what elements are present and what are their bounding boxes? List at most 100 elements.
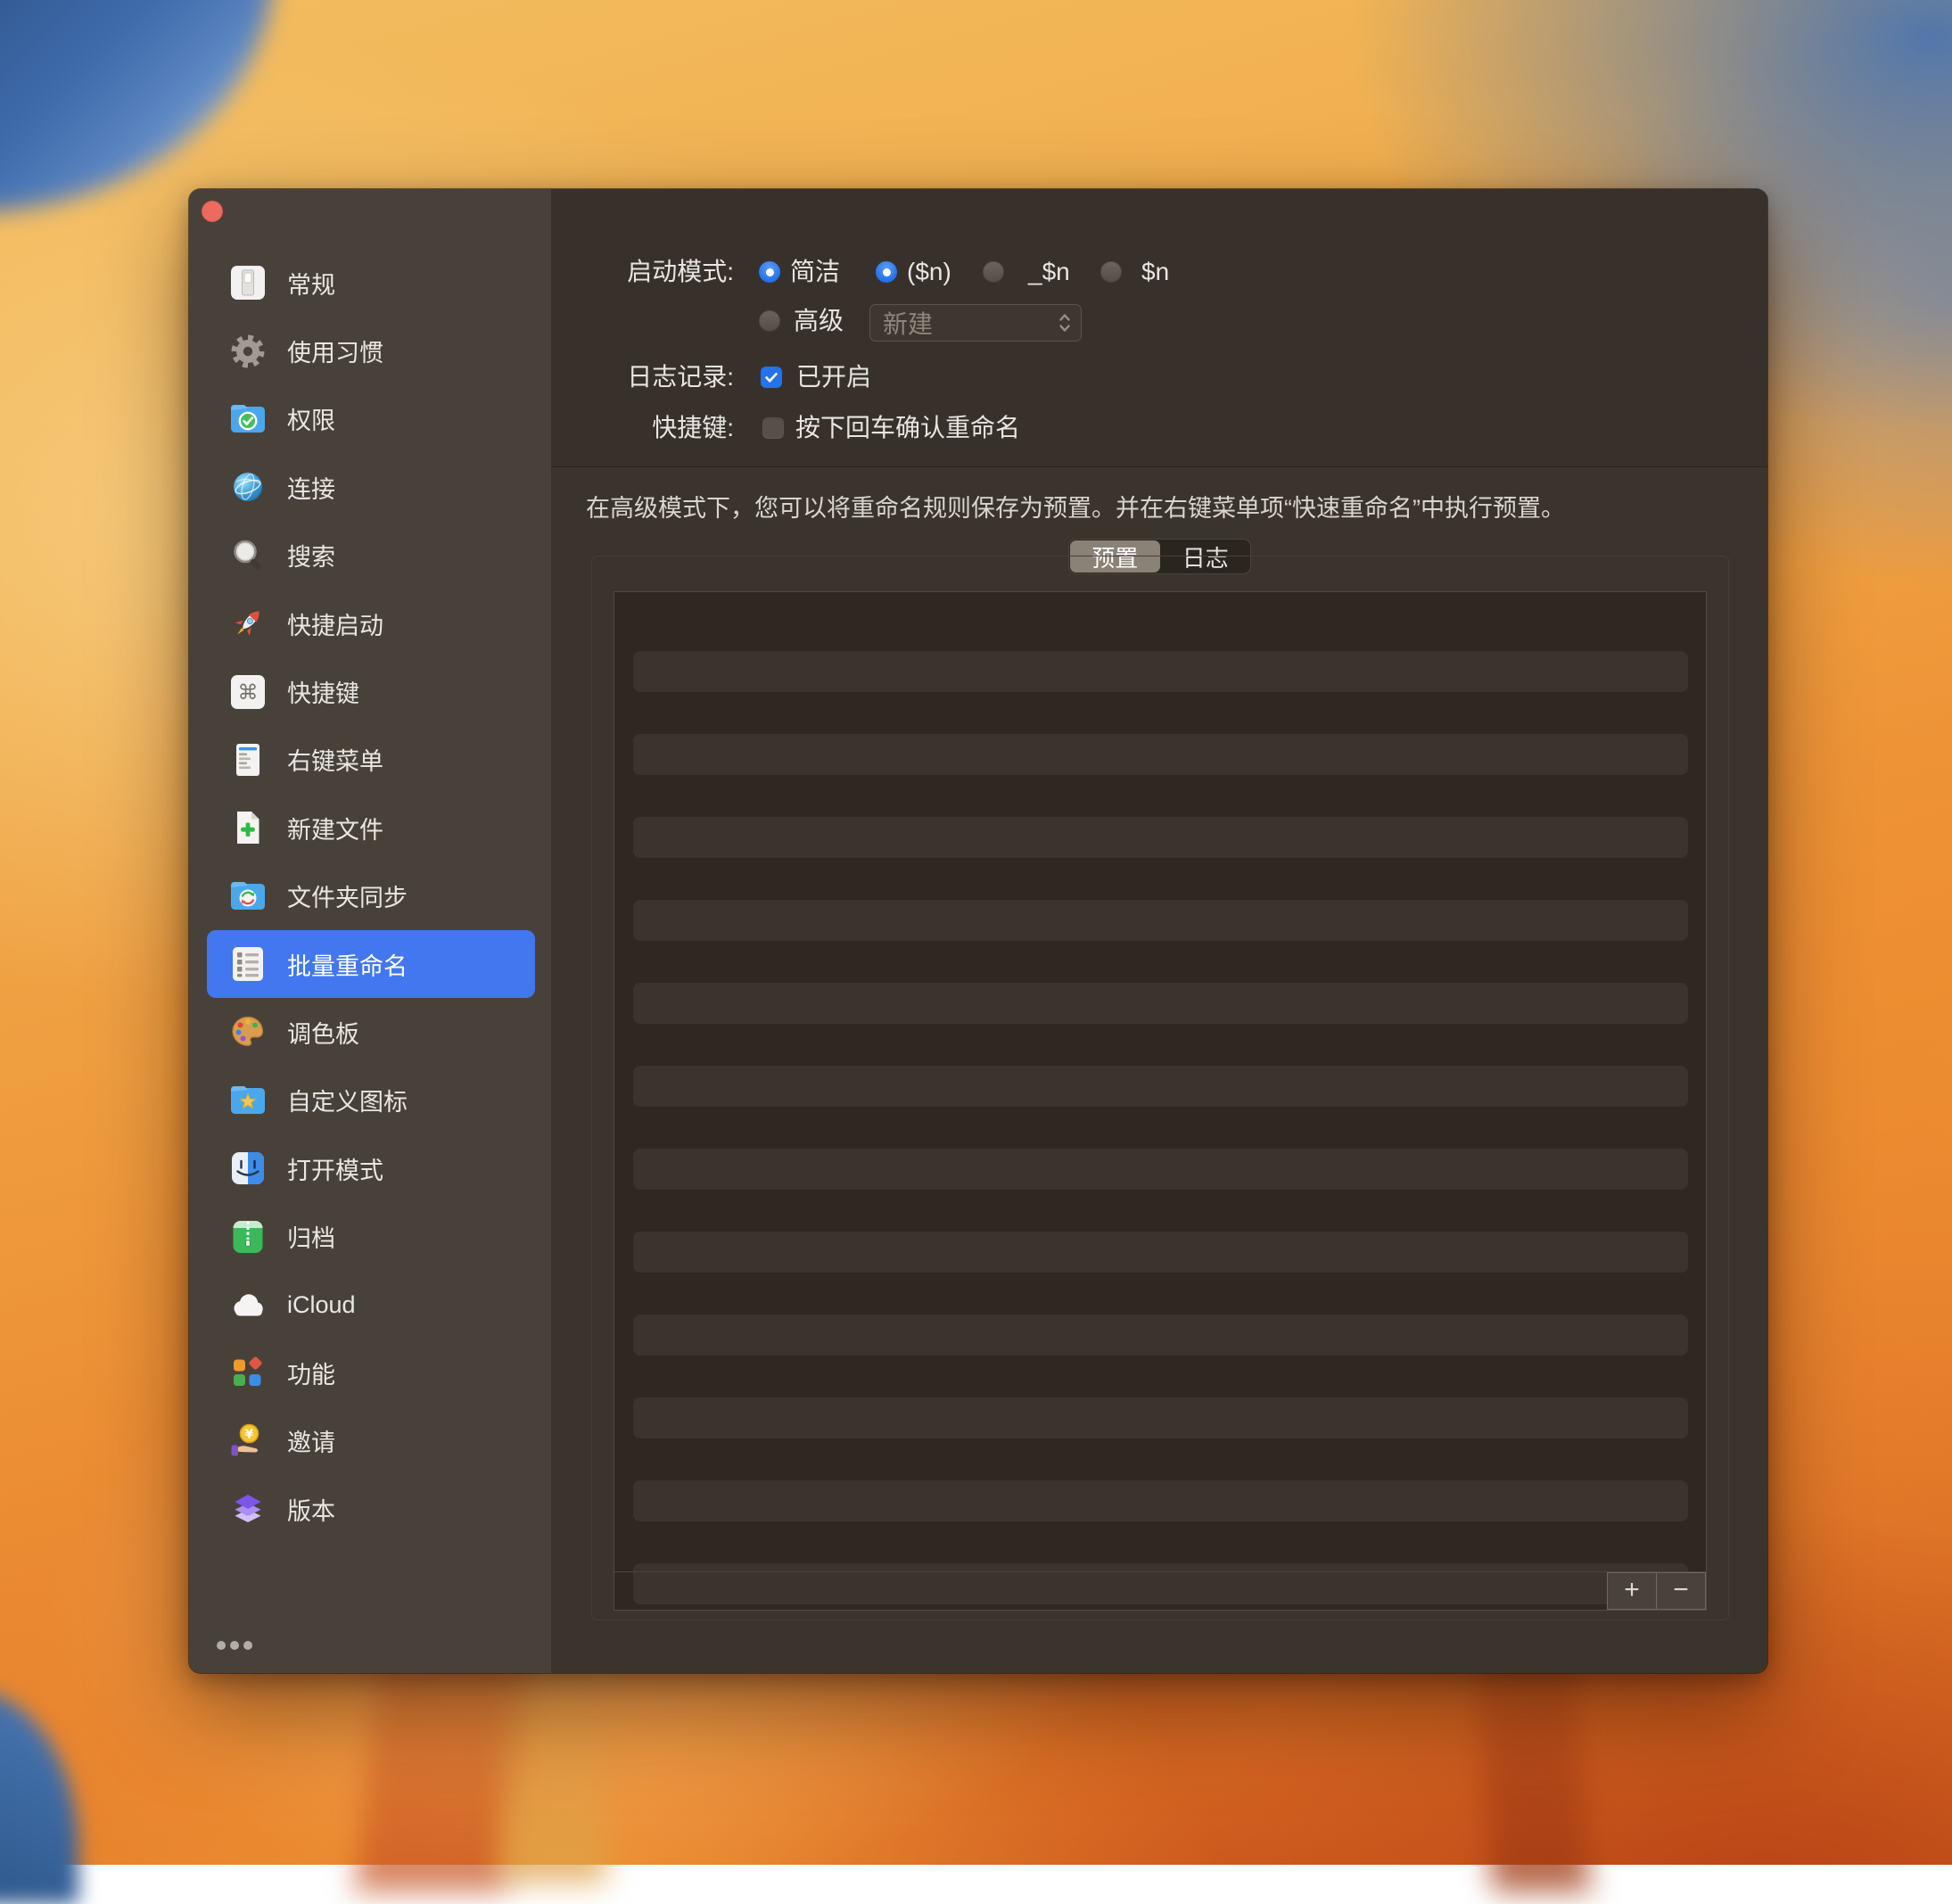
sidebar-item-label: 常规 [287, 271, 335, 299]
sidebar-item-label: 使用习惯 [287, 340, 383, 367]
sidebar-item-features[interactable]: 功能 [207, 1339, 535, 1406]
svg-text:⌘: ⌘ [238, 681, 259, 705]
sidebar-item-label: 功能 [287, 1361, 335, 1389]
preset-group-box: + − [591, 556, 1729, 1620]
sidebar-item-label: 批量重命名 [287, 952, 408, 980]
chevron-up-down-icon [1058, 311, 1072, 334]
sidebar-item-label: 快捷键 [287, 680, 359, 708]
close-button[interactable] [202, 201, 223, 222]
sidebar-item-icloud[interactable]: iCloud [207, 1271, 535, 1339]
radio-format-underscore-label: _$n [1028, 258, 1070, 285]
radio-mode-advanced[interactable] [759, 310, 780, 332]
sidebar-item-batch-rename[interactable]: 批量重命名 [207, 929, 535, 999]
sidebar-item-hotkeys[interactable]: ⌘ 快捷键 [207, 657, 535, 725]
sidebar-page-dots [217, 1641, 252, 1650]
sidebar-item-open-mode[interactable]: 打开模式 [207, 1134, 535, 1202]
sidebar-item-label: 邀请 [287, 1430, 335, 1457]
sidebar-item-label: 权限 [287, 408, 335, 435]
table-row [633, 1149, 1688, 1190]
preset-dropdown-value: 新建 [883, 310, 934, 338]
radio-mode-simple-label: 简洁 [790, 258, 841, 285]
switch-icon [231, 266, 265, 301]
logging-checkbox-label: 已开启 [796, 363, 872, 391]
launch-mode-label: 启动模式: [627, 258, 734, 285]
magnifier-icon [234, 540, 261, 570]
table-row [633, 1232, 1688, 1273]
sidebar-nav: 常规 使用习惯 权限 连接 搜索 快捷启动 ⌘ 快捷键 右键菜单 新建文件 文件… [189, 249, 551, 1543]
advanced-mode-note: 在高级模式下，您可以将重命名规则保存为预置。并在右键菜单项“快速重命名”中执行预… [586, 495, 1565, 522]
folder-check-icon [231, 404, 265, 433]
table-row [633, 734, 1688, 775]
table-footer-buttons: + − [1607, 1572, 1706, 1610]
hotkey-label: 快捷键: [652, 414, 734, 441]
wallpaper-blue-corner [0, 0, 273, 212]
finder-icon [232, 1152, 264, 1185]
preset-dropdown[interactable]: 新建 [869, 304, 1082, 342]
sidebar-item-habits[interactable]: 使用习惯 [207, 317, 535, 384]
new-file-icon [237, 812, 259, 845]
sidebar-item-archive[interactable]: 归档 [207, 1202, 535, 1270]
sidebar-item-label: 归档 [287, 1225, 335, 1253]
table-row [633, 817, 1688, 858]
table-row [633, 1066, 1688, 1107]
check-icon [765, 372, 778, 383]
hotkey-checkbox[interactable] [762, 417, 784, 439]
sidebar-item-general[interactable]: 常规 [207, 249, 535, 317]
radio-format-plain-label: $n [1141, 258, 1170, 285]
sidebar-item-label: 打开模式 [287, 1157, 383, 1184]
shapes-grid-icon [234, 1356, 262, 1387]
gear-icon [231, 334, 265, 368]
radio-format-underscore[interactable] [983, 261, 1004, 283]
sidebar-item-folder-sync[interactable]: 文件夹同步 [207, 862, 535, 930]
sidebar-item-custom-icons[interactable]: 自定义图标 [207, 1067, 535, 1134]
sidebar-item-label: 右键菜单 [287, 748, 383, 776]
sidebar-item-connection[interactable]: 连接 [207, 453, 535, 521]
logging-checkbox[interactable] [761, 367, 782, 388]
list-document-icon [233, 947, 263, 982]
radio-mode-advanced-label: 高级 [794, 307, 844, 334]
command-key-icon: ⌘ [231, 674, 265, 709]
settings-window: 常规 使用习惯 权限 连接 搜索 快捷启动 ⌘ 快捷键 右键菜单 新建文件 文件… [189, 189, 1767, 1673]
sidebar-item-quick-launch[interactable]: 快捷启动 [207, 589, 535, 657]
sidebar-item-label: 连接 [287, 475, 335, 503]
radio-format-plain[interactable] [1100, 261, 1122, 283]
sidebar-item-label: 版本 [287, 1497, 335, 1525]
wallpaper-blue-corner-bottom [0, 1690, 78, 1904]
add-preset-button[interactable]: + [1608, 1573, 1656, 1609]
rocket-icon [235, 611, 259, 637]
remove-preset-button[interactable]: − [1656, 1573, 1705, 1609]
sidebar-item-label: 新建文件 [287, 816, 383, 844]
sidebar-item-palette[interactable]: 调色板 [207, 998, 535, 1066]
zip-archive-icon [233, 1220, 263, 1253]
sidebar-item-label: 快捷启动 [287, 612, 383, 639]
table-row [633, 1315, 1688, 1356]
sidebar-item-version[interactable]: 版本 [207, 1475, 535, 1543]
sidebar-item-label: 文件夹同步 [287, 885, 408, 912]
sidebar-item-permissions[interactable]: 权限 [207, 385, 535, 453]
coin-hand-icon: ¥ [231, 1423, 259, 1456]
svg-text:¥: ¥ [245, 1427, 254, 1441]
table-row [633, 1480, 1688, 1521]
sidebar: 常规 使用习惯 权限 连接 搜索 快捷启动 ⌘ 快捷键 右键菜单 新建文件 文件… [189, 189, 551, 1673]
sidebar-item-search[interactable]: 搜索 [207, 522, 535, 589]
sidebar-item-label: 搜索 [287, 544, 335, 572]
sidebar-item-new-file[interactable]: 新建文件 [207, 794, 535, 861]
settings-section: 启动模式: 简洁 ($n) _$n $n 高级 新建 日志记录: 已开启 快捷键… [551, 189, 1767, 467]
preset-table: + − [614, 591, 1707, 1611]
radio-format-paren[interactable] [876, 261, 897, 283]
palette-icon [232, 1017, 264, 1047]
main-panel: 启动模式: 简洁 ($n) _$n $n 高级 新建 日志记录: 已开启 快捷键… [551, 189, 1767, 1673]
menu-document-icon [236, 743, 259, 776]
sidebar-item-context-menu[interactable]: 右键菜单 [207, 726, 535, 794]
sidebar-item-label: 调色板 [287, 1020, 359, 1048]
layers-stack-icon [235, 1495, 261, 1523]
sidebar-item-invite[interactable]: ¥ 邀请 [207, 1407, 535, 1475]
radio-mode-simple[interactable] [759, 261, 780, 283]
cloud-icon [234, 1294, 263, 1316]
folder-star-icon [231, 1085, 265, 1114]
sidebar-item-label: iCloud [287, 1290, 356, 1318]
table-row [633, 900, 1688, 941]
globe-network-icon [234, 473, 262, 502]
radio-format-paren-label: ($n) [907, 258, 951, 285]
table-row [633, 983, 1688, 1024]
